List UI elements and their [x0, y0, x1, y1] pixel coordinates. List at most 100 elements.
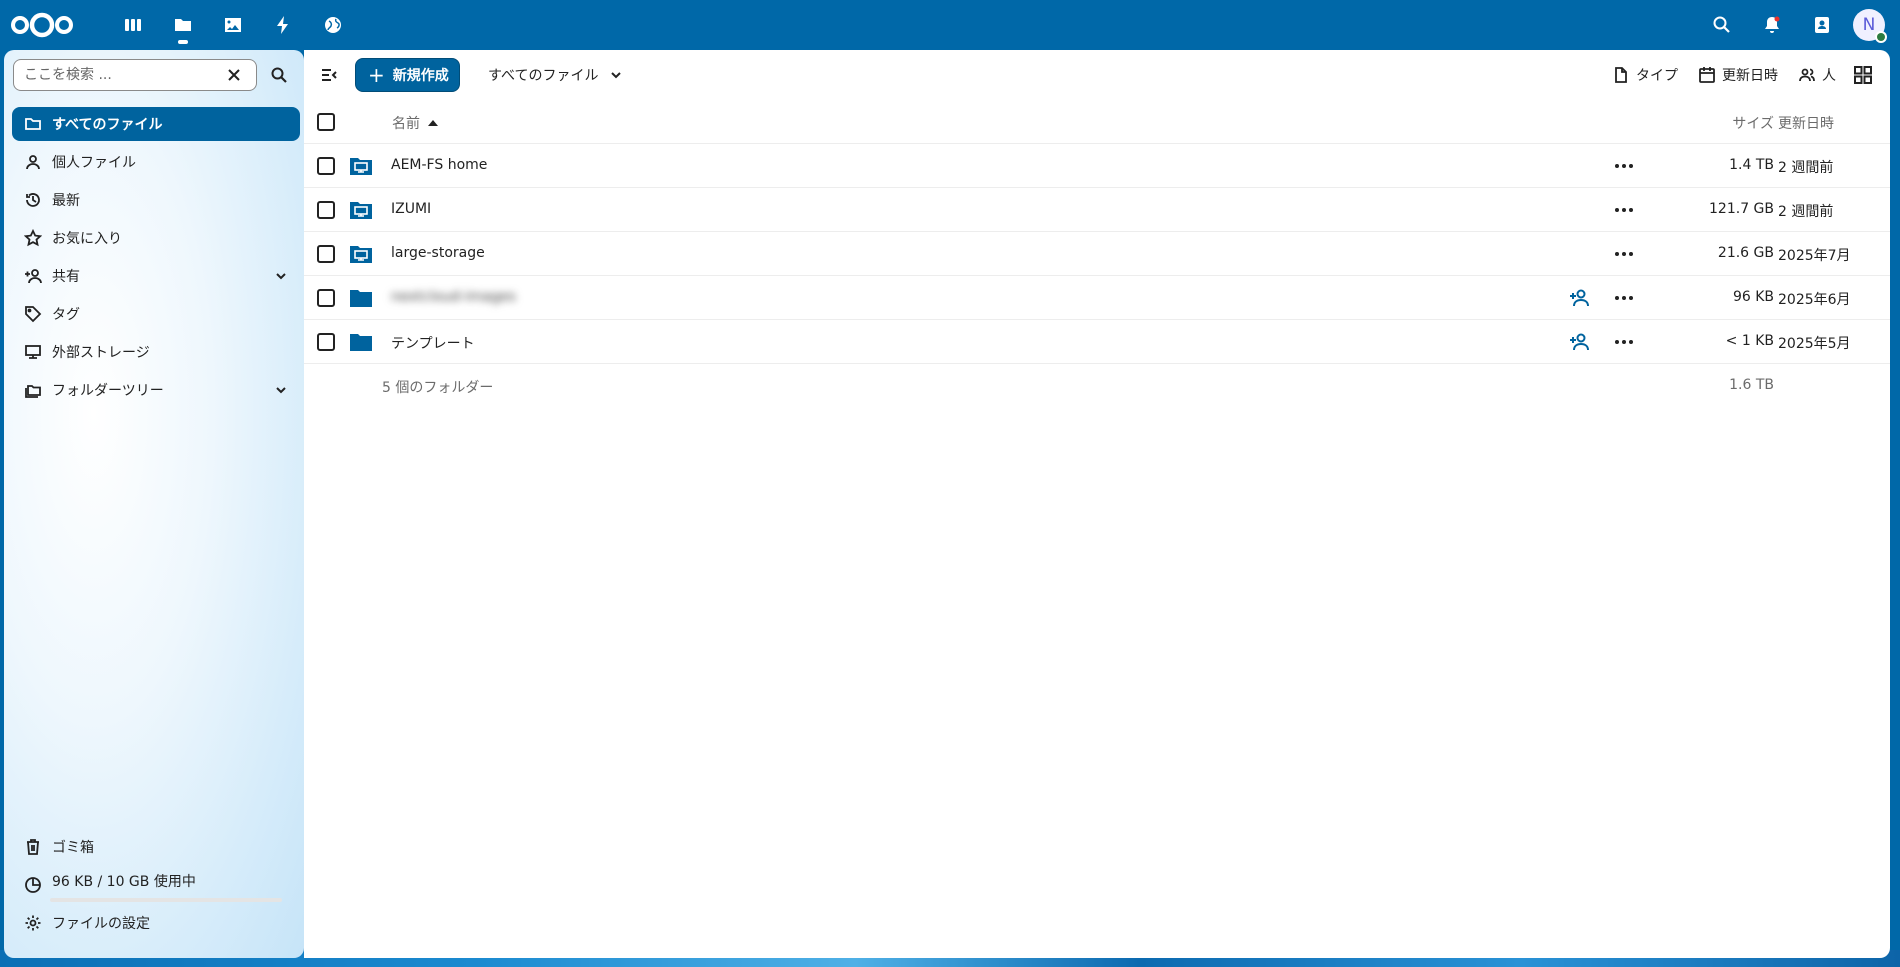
nav-item-tags[interactable]: タグ: [12, 297, 300, 331]
nav-item-external-storage[interactable]: 外部ストレージ: [12, 335, 300, 369]
file-name[interactable]: nextcloud-images: [391, 289, 516, 305]
file-size: 121.7 GB: [1709, 201, 1774, 217]
file-actions-button[interactable]: [1609, 239, 1639, 269]
chevron-down-icon[interactable]: [272, 267, 290, 285]
image-icon: [225, 18, 241, 32]
more-dot: [1629, 208, 1633, 212]
nav-item-label: タグ: [52, 307, 80, 323]
file-name[interactable]: テンプレート: [391, 333, 475, 353]
history-icon: [24, 191, 42, 209]
file-modified: 2025年7月: [1778, 248, 1851, 264]
activity-app-button[interactable]: [258, 0, 308, 50]
nav-item-personal-files[interactable]: 個人ファイル: [12, 145, 300, 179]
monitor-icon: [24, 343, 42, 361]
file-actions-button[interactable]: [1609, 283, 1639, 313]
sidebar-footer: ゴミ箱 96 KB / 10 GB 使用中 ファイルの設定: [12, 830, 300, 944]
table-row[interactable]: large-storage 21.6 GB 2025年7月: [304, 232, 1890, 276]
table-row[interactable]: nextcloud-images 96 KB 2025年6月: [304, 276, 1890, 320]
nav-item-label: お気に入り: [52, 231, 122, 247]
search-icon: [271, 67, 287, 83]
file-modified: 2025年6月: [1778, 292, 1851, 308]
circles-app-button[interactable]: [308, 0, 358, 50]
more-dot: [1622, 252, 1626, 256]
storage-quota[interactable]: 96 KB / 10 GB 使用中: [12, 868, 300, 902]
column-header-size: サイズ: [1732, 116, 1774, 132]
nav-item-all-files[interactable]: すべてのファイル: [12, 107, 300, 141]
file-name[interactable]: large-storage: [391, 245, 485, 261]
files-list-summary: 5 個のフォルダー 1.6 TB: [304, 364, 1890, 408]
search-button[interactable]: [264, 60, 294, 90]
file-actions-button[interactable]: [1609, 327, 1639, 357]
sort-by-name[interactable]: 名前: [392, 113, 438, 133]
column-header-modified: 更新日時: [1778, 116, 1834, 132]
breadcrumb-label: すべてのファイル: [488, 68, 599, 84]
avatar-initial: N: [1862, 15, 1876, 35]
file-name[interactable]: IZUMI: [391, 201, 431, 217]
file-actions-button[interactable]: [1609, 195, 1639, 225]
contacts-button[interactable]: [1797, 0, 1847, 50]
trash-icon: [24, 838, 42, 856]
filter-people-button[interactable]: 人: [1788, 58, 1846, 92]
row-checkbox[interactable]: [317, 157, 335, 175]
file-actions-button[interactable]: [1609, 151, 1639, 181]
more-dot: [1615, 252, 1619, 256]
filters: タイプ 更新日時 人: [1602, 58, 1880, 92]
summary-count: 5 個のフォルダー: [382, 380, 494, 396]
files-list: 名前 サイズ 更新日時 AEM-FS home 1.4 TB 2 週間前 IZUMI 1…: [304, 100, 1890, 408]
search-icon: [1713, 16, 1730, 33]
row-checkbox[interactable]: [317, 333, 335, 351]
row-checkbox[interactable]: [317, 245, 335, 263]
nextcloud-logo[interactable]: [10, 10, 74, 40]
user-avatar[interactable]: N: [1853, 9, 1887, 43]
folder-icon: [349, 286, 373, 310]
nav-item-label: ゴミ箱: [52, 840, 94, 856]
file-size: 21.6 GB: [1717, 245, 1774, 261]
files-app-button[interactable]: [158, 0, 208, 50]
file-name[interactable]: AEM-FS home: [391, 157, 487, 173]
row-checkbox[interactable]: [317, 289, 335, 307]
nav-item-shares[interactable]: 共有: [12, 259, 300, 293]
gear-icon: [24, 914, 42, 932]
dashboard-app-button[interactable]: [108, 0, 158, 50]
contacts-icon: [1815, 17, 1829, 33]
chevron-down-icon[interactable]: [272, 381, 290, 399]
new-button[interactable]: + 新規作成: [355, 58, 460, 92]
menu-collapse-icon: [322, 69, 337, 81]
people-icon: [1799, 68, 1815, 82]
sort-by-modified[interactable]: 更新日時: [1778, 113, 1834, 133]
photos-app-button[interactable]: [208, 0, 258, 50]
sort-by-size[interactable]: サイズ: [1694, 113, 1774, 133]
toggle-navigation-button[interactable]: [314, 60, 344, 90]
nav-item-folder-tree[interactable]: フォルダーツリー: [12, 373, 300, 407]
sort-ascending-icon: [428, 120, 438, 126]
nav-item-label: 最新: [52, 193, 80, 209]
filter-label: 更新日時: [1722, 68, 1778, 84]
clear-search-button[interactable]: [219, 60, 249, 90]
column-header-name: 名前: [392, 116, 420, 132]
row-checkbox[interactable]: [317, 201, 335, 219]
file-modified: 2 週間前: [1778, 160, 1834, 176]
folder-tree-icon: [24, 381, 42, 399]
table-row[interactable]: AEM-FS home 1.4 TB 2 週間前: [304, 144, 1890, 188]
table-row[interactable]: テンプレート < 1 KB 2025年5月: [304, 320, 1890, 364]
nav-item-settings[interactable]: ファイルの設定: [12, 906, 300, 940]
nav-item-recent[interactable]: 最新: [12, 183, 300, 217]
close-icon: [228, 69, 240, 81]
breadcrumb[interactable]: すべてのファイル: [480, 58, 632, 92]
bell-icon: [1765, 16, 1780, 33]
filter-modified-button[interactable]: 更新日時: [1688, 58, 1788, 92]
folder-icon: [349, 330, 373, 354]
share-button[interactable]: [1564, 283, 1594, 313]
filter-type-button[interactable]: タイプ: [1602, 58, 1688, 92]
select-all-checkbox[interactable]: [317, 113, 335, 131]
share-button[interactable]: [1564, 327, 1594, 357]
more-dot: [1615, 164, 1619, 168]
grid-view-toggle[interactable]: [1846, 58, 1880, 92]
nav-item-favorites[interactable]: お気に入り: [12, 221, 300, 255]
table-row[interactable]: IZUMI 121.7 GB 2 週間前: [304, 188, 1890, 232]
navigation-list: すべてのファイル 個人ファイル 最新 お気に入り 共有 タグ 外部ストレージ フ…: [12, 107, 300, 411]
unified-search-button[interactable]: [1697, 0, 1747, 50]
nav-item-trash[interactable]: ゴミ箱: [12, 830, 300, 864]
search-input[interactable]: [14, 66, 219, 84]
notifications-button[interactable]: [1747, 0, 1797, 50]
